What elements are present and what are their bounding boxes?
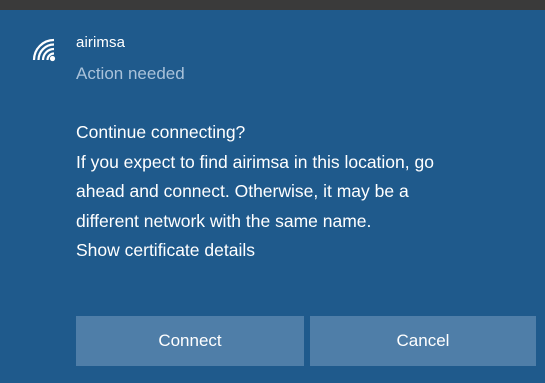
- wifi-network-panel: airimsa Action needed Continue connectin…: [0, 10, 545, 383]
- network-name: airimsa: [76, 34, 126, 51]
- message-title: Continue connecting?: [76, 122, 246, 142]
- window-top-edge: [0, 0, 545, 10]
- network-status: Action needed: [76, 64, 185, 83]
- connection-message: Continue connecting? If you expect to fi…: [76, 118, 536, 266]
- connect-button[interactable]: Connect: [76, 316, 304, 366]
- message-body-line: different network with the same name.: [76, 210, 372, 231]
- cancel-button[interactable]: Cancel: [310, 316, 536, 366]
- message-body-line: ahead and connect. Otherwise, it may be …: [76, 181, 409, 201]
- message-body-line: If you expect to find airimsa in this lo…: [76, 151, 434, 172]
- wifi-signal-icon: [32, 38, 56, 62]
- show-certificate-details-link[interactable]: Show certificate details: [76, 236, 536, 266]
- network-entry[interactable]: airimsa Action needed: [0, 32, 545, 90]
